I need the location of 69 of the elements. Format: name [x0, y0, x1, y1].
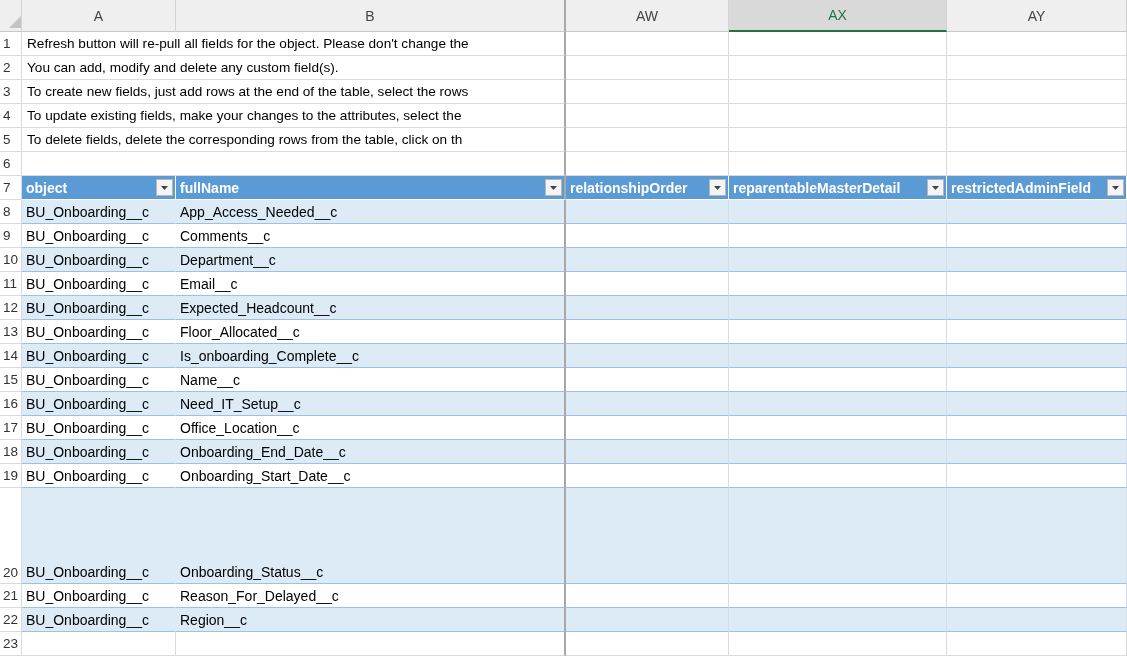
select-all-icon[interactable] — [8, 16, 21, 28]
caret-icon — [714, 185, 721, 190]
row-header[interactable]: 22 — [0, 608, 22, 632]
empty-cell[interactable] — [947, 80, 1127, 104]
filter-dropdown-button[interactable] — [545, 179, 562, 196]
row-header[interactable]: 19 — [0, 464, 22, 488]
note-text: To update existing fields, make your changes to the attributes, select the — [27, 108, 462, 123]
row-header[interactable]: 16 — [0, 392, 22, 416]
table-cell: Region__c — [176, 608, 566, 632]
row-header[interactable]: 13 — [0, 320, 22, 344]
note-text: To delete fields, delete the corresponding rows from the table, click on th — [27, 132, 463, 147]
column-header[interactable]: A — [22, 0, 176, 32]
empty-cell[interactable] — [947, 56, 1127, 80]
column-title: object — [26, 179, 68, 196]
row-header[interactable]: 9 — [0, 224, 22, 248]
row-header[interactable]: 1 — [0, 32, 22, 56]
column-title: fullName — [180, 179, 240, 196]
empty-cell[interactable] — [566, 104, 729, 128]
row-header[interactable]: 4 — [0, 104, 22, 128]
row-header[interactable]: 3 — [0, 80, 22, 104]
row-header[interactable]: 10 — [0, 248, 22, 272]
caret-icon — [1112, 185, 1119, 190]
empty-cell[interactable] — [947, 104, 1127, 128]
row-header[interactable]: 5 — [0, 128, 22, 152]
column-title: restrictedAdminField — [951, 179, 1092, 196]
empty-cell[interactable] — [566, 128, 729, 152]
empty-cell[interactable] — [566, 632, 729, 656]
column-header[interactable]: B — [176, 0, 566, 32]
empty-cell[interactable] — [729, 632, 947, 656]
empty-cell[interactable] — [947, 32, 1127, 56]
empty-cell[interactable] — [566, 56, 729, 80]
note-text: You can add, modify and delete any custom field(s). — [27, 60, 339, 75]
empty-cell[interactable] — [729, 32, 947, 56]
empty-cell[interactable] — [729, 80, 947, 104]
caret-icon — [161, 185, 168, 190]
empty-cell[interactable] — [729, 104, 947, 128]
column-header[interactable]: AX — [729, 0, 947, 32]
row-header[interactable]: 23 — [0, 632, 22, 656]
row-header[interactable]: 14 — [0, 344, 22, 368]
filter-dropdown-button[interactable] — [1107, 179, 1124, 196]
row-header[interactable]: 20 — [0, 488, 22, 584]
filter-dropdown-button[interactable] — [927, 179, 944, 196]
note-text: To create new fields, just add rows at the end of the table, select the rows — [27, 84, 469, 99]
row-header[interactable]: 18 — [0, 440, 22, 464]
empty-cell[interactable] — [947, 128, 1127, 152]
column-title: relationshipOrder — [570, 179, 688, 196]
row-header[interactable]: 12 — [0, 296, 22, 320]
column-title: reparentableMasterDetail — [733, 179, 901, 196]
empty-cell[interactable] — [176, 632, 566, 656]
row-header[interactable]: 11 — [0, 272, 22, 296]
row-header[interactable]: 17 — [0, 416, 22, 440]
filter-dropdown-button[interactable] — [156, 179, 173, 196]
empty-cell[interactable] — [566, 32, 729, 56]
row-header[interactable]: 7 — [0, 176, 22, 200]
empty-cell[interactable] — [947, 632, 1127, 656]
row-header[interactable]: 21 — [0, 584, 22, 608]
caret-icon — [932, 185, 939, 190]
table-cell: BU_Onboarding__c — [22, 608, 176, 632]
empty-cell[interactable] — [566, 80, 729, 104]
column-header[interactable]: AY — [947, 0, 1127, 32]
row-header[interactable]: 2 — [0, 56, 22, 80]
caret-icon — [550, 185, 557, 190]
note-text: Refresh button will re-pull all fields for the object. Please don't change the — [27, 36, 469, 51]
row-header[interactable]: 6 — [0, 152, 22, 176]
empty-cell[interactable] — [729, 128, 947, 152]
empty-cell[interactable] — [729, 56, 947, 80]
row-header[interactable]: 15 — [0, 368, 22, 392]
row-header[interactable]: 8 — [0, 200, 22, 224]
filter-dropdown-button[interactable] — [709, 179, 726, 196]
